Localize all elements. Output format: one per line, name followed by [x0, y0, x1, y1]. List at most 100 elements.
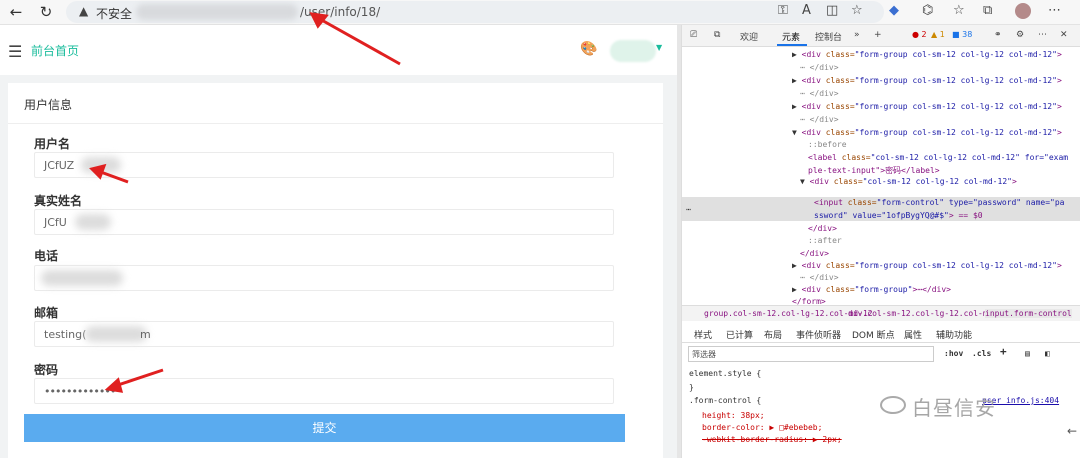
chevron-down-icon[interactable]: ▼: [656, 43, 662, 52]
username-label: 用户名: [34, 137, 71, 151]
dom-line[interactable]: ▶ <div class="form-group col-sm-12 col-l…: [792, 50, 1062, 59]
device-icon[interactable]: ⎚: [690, 30, 697, 40]
more-icon[interactable]: ⋯: [1038, 30, 1047, 40]
connect-icon[interactable]: ⚭: [994, 30, 1002, 40]
dom-line[interactable]: ⋯ </div>: [800, 63, 839, 72]
hov-toggle[interactable]: :hov: [944, 349, 963, 358]
menu-icon[interactable]: ☰: [8, 42, 22, 61]
favorites-icon[interactable]: ☆: [953, 3, 965, 18]
collapse-icon[interactable]: ←: [1067, 424, 1077, 438]
css-line: border-color: ▶ □#ebebeb;: [702, 423, 823, 432]
split-icon[interactable]: ◫: [826, 3, 838, 18]
dom-line[interactable]: ⋯ </div>: [800, 273, 839, 282]
realname-label: 真实姓名: [34, 194, 83, 208]
dom-line[interactable]: ssword" value="1ofpBygYQ@#$"> == $0: [814, 211, 983, 220]
key-icon[interactable]: ⚿: [778, 3, 788, 18]
tab-properties[interactable]: 属性: [904, 328, 922, 341]
password-field[interactable]: •••••••••••••: [34, 378, 614, 404]
dom-line[interactable]: </div>: [808, 224, 837, 233]
dom-line[interactable]: <label class="col-sm-12 col-lg-12 col-md…: [808, 153, 1068, 162]
wechat-icon: [880, 396, 906, 414]
cls-toggle[interactable]: .cls: [972, 349, 991, 358]
extension-icon[interactable]: ◆: [889, 3, 899, 18]
tab-event-listeners[interactable]: 事件侦听器: [796, 328, 841, 341]
warning-badge[interactable]: ▲ 1: [931, 30, 945, 39]
panel-title: 用户信息: [24, 98, 73, 112]
tab-welcome[interactable]: 欢迎: [740, 30, 758, 43]
favorite-icon[interactable]: ☆: [851, 3, 863, 18]
devtools-panel: ⎚ ⧉ 欢迎 元素 控制台 » + ● 2 ▲ 1 ■ 38 ⚭ ⚙ ⋯ ✕ ⋯…: [681, 25, 1080, 458]
tab-computed[interactable]: 已计算: [726, 328, 753, 341]
url-path: /user/info/18/: [300, 5, 381, 19]
puzzle-icon[interactable]: ⌬: [922, 3, 933, 18]
realname-field[interactable]: JCfU: [34, 209, 614, 235]
warning-icon: ▲: [79, 4, 89, 18]
address-bar[interactable]: ▲ 不安全 /user/info/18/: [66, 1, 884, 23]
browser-toolbar: ← ↻ ▲ 不安全 /user/info/18/ ⚿ A ◫ ☆ ◆ ⌬ ☆ ⧉…: [0, 0, 1080, 25]
css-line: height: 38px;: [702, 411, 765, 420]
dom-line[interactable]: ⋯ </div>: [800, 89, 839, 98]
password-label: 密码: [34, 363, 59, 377]
watermark: 白昼信安: [912, 396, 996, 420]
tab-layout[interactable]: 布局: [764, 328, 782, 341]
dom-line[interactable]: ▶ <div class="form-group">⋯</div>: [792, 285, 951, 294]
crumb-item[interactable]: input.form-control: [985, 309, 1072, 318]
blurred-host: [136, 4, 298, 20]
dom-tree: ⋯ ▶ <div class="form-group col-sm-12 col…: [682, 47, 1080, 306]
phone-label: 电话: [34, 249, 59, 263]
add-rule-icon[interactable]: +: [1000, 345, 1007, 358]
back-icon[interactable]: ←: [6, 2, 26, 22]
divider: [8, 123, 663, 124]
submit-button[interactable]: 提交: [24, 414, 625, 442]
dom-line[interactable]: ::after: [808, 236, 842, 245]
web-page: ☰ 前台首页 🎨 ▼ 用户信息 用户名 JCfUZ 真实姓名 JCfU 电话 邮…: [0, 25, 677, 463]
tab-styles[interactable]: 样式: [694, 328, 712, 341]
dom-line[interactable]: ▶ <div class="form-group col-sm-12 col-l…: [792, 261, 1062, 270]
top-navbar: ☰ 前台首页 🎨 ▼: [0, 25, 677, 75]
inspect-icon[interactable]: ⧉: [714, 30, 720, 40]
email-label: 邮箱: [34, 306, 59, 320]
dom-line[interactable]: </div>: [800, 249, 829, 258]
username-field[interactable]: JCfUZ: [34, 152, 614, 178]
tab-console[interactable]: 控制台: [815, 30, 842, 43]
active-tab-indicator: [777, 44, 807, 46]
css-line: }: [689, 383, 694, 392]
crumb-item[interactable]: div.col-sm-12.col-lg-12.col-md-12: [848, 309, 1007, 318]
tab-accessibility[interactable]: 辅助功能: [936, 328, 972, 341]
add-tab-icon[interactable]: +: [874, 30, 882, 40]
close-icon[interactable]: ✕: [1060, 30, 1068, 40]
read-aloud-icon[interactable]: A: [802, 3, 811, 18]
row-ellipsis: ⋯: [686, 205, 691, 214]
css-line: -webkit-border-radius: ▶ 2px;: [702, 435, 842, 444]
dom-line[interactable]: ▶ <div class="form-group col-sm-12 col-l…: [792, 102, 1062, 111]
settings-icon[interactable]: ⚙: [1016, 30, 1024, 40]
more-tabs-icon[interactable]: »: [854, 30, 860, 40]
dom-line[interactable]: <input class="form-control" type="passwo…: [814, 198, 1064, 207]
security-label: 不安全: [96, 7, 133, 21]
sidebar-toggle-icon[interactable]: ◧: [1045, 349, 1050, 358]
error-badge[interactable]: ● 2: [912, 30, 927, 39]
dom-line[interactable]: ▼ <div class="col-sm-12 col-lg-12 col-md…: [800, 177, 1017, 186]
paint-icon[interactable]: ▤: [1025, 349, 1030, 358]
palette-icon[interactable]: 🎨: [580, 41, 597, 57]
tab-elements[interactable]: 元素: [782, 30, 800, 43]
css-line: element.style {: [689, 369, 762, 378]
info-badge[interactable]: ■ 38: [952, 30, 972, 39]
dom-line[interactable]: ▶ <div class="form-group col-sm-12 col-l…: [792, 76, 1062, 85]
phone-field[interactable]: [34, 265, 614, 291]
dom-line[interactable]: ::before: [808, 140, 847, 149]
css-line: .form-control {: [689, 396, 762, 405]
styles-filter-input[interactable]: 筛选器: [688, 346, 934, 362]
dom-line[interactable]: ⋯ </div>: [800, 115, 839, 124]
avatar[interactable]: [1015, 3, 1031, 19]
tab-dom-breakpoints[interactable]: DOM 断点: [852, 328, 895, 341]
more-icon[interactable]: ⋯: [1048, 3, 1061, 18]
home-link[interactable]: 前台首页: [31, 42, 79, 59]
user-menu[interactable]: [610, 40, 656, 62]
dom-line[interactable]: ple-text-input">密码</label>: [808, 165, 940, 176]
email-field[interactable]: testing( m: [34, 321, 614, 347]
breadcrumb: group.col-sm-12.col-lg-12.col-md-12 div.…: [682, 305, 1080, 321]
dom-line[interactable]: ▼ <div class="form-group col-sm-12 col-l…: [792, 128, 1062, 137]
collections-icon[interactable]: ⧉: [983, 3, 992, 18]
refresh-icon[interactable]: ↻: [36, 2, 56, 22]
